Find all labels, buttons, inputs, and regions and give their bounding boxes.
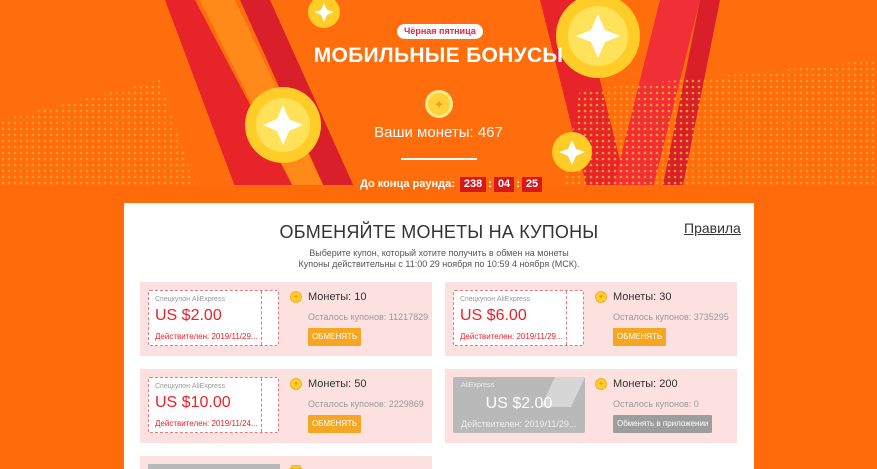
coupon-ticket-disabled bbox=[148, 464, 280, 469]
coupon-amount: US $10.00 bbox=[155, 394, 231, 411]
exchange-in-app-button[interactable]: Обменять в приложении bbox=[613, 415, 713, 433]
coupon-validity: Действителен: 2019/11/29... bbox=[461, 419, 577, 429]
coupon-validity: Действителен: 2019/11/24... bbox=[155, 419, 258, 428]
black-friday-badge: Чёрная пятница bbox=[397, 24, 483, 39]
coupon-amount: US $6.00 bbox=[460, 307, 527, 324]
coupon-type: Спецкупон AliExpress bbox=[460, 296, 530, 303]
coupon-cost: Монеты: 30 bbox=[613, 291, 672, 303]
star-coin-icon: ✦ bbox=[595, 291, 607, 303]
coupons-remaining: Осталось купонов: 11217829 bbox=[308, 312, 429, 322]
timer-separator: : bbox=[488, 178, 492, 190]
rules-link[interactable]: Правила bbox=[684, 220, 741, 236]
timer-seconds: 25 bbox=[521, 176, 543, 192]
page-title: МОБИЛЬНЫЕ БОНУСЫ bbox=[313, 44, 564, 67]
star-coin-icon: ✦ bbox=[290, 378, 302, 390]
hero-banner: Чёрная пятница МОБИЛЬНЫЕ БОНУСЫ ✦ Ваши м… bbox=[0, 0, 877, 200]
coupon-card: Спецкупон AliExpress US $10.00 Действите… bbox=[140, 369, 432, 443]
star-coin-icon bbox=[290, 465, 302, 469]
coupons-remaining: Осталось купонов: 3735295 bbox=[613, 312, 729, 322]
exchange-panel: ОБМЕНЯЙТЕ МОНЕТЫ НА КУПОНЫ Правила Выбер… bbox=[124, 203, 754, 469]
coupons-remaining: Осталось купонов: 2229869 bbox=[308, 399, 424, 409]
coupon-cost: Монеты: 10 bbox=[308, 291, 367, 303]
star-coin-icon: ✦ bbox=[425, 90, 453, 118]
exchange-button[interactable]: ОБМЕНЯТЬ bbox=[613, 328, 667, 346]
coupon-ticket: Спецкупон AliExpress US $10.00 Действите… bbox=[148, 377, 279, 433]
exchange-button[interactable]: ОБМЕНЯТЬ bbox=[308, 415, 362, 433]
timer-hours: 238 bbox=[459, 176, 487, 192]
coupon-type: Спецкупон AliExpress bbox=[155, 383, 225, 390]
coupon-ticket: Спецкупон AliExpress US $6.00 Действител… bbox=[453, 290, 584, 346]
coupon-cost: Монеты: 50 bbox=[308, 378, 367, 390]
star-coin-icon: ✦ bbox=[595, 378, 607, 390]
coupon-cost: Монеты: 200 bbox=[613, 378, 678, 390]
star-coin-icon: ✦ bbox=[290, 291, 302, 303]
panel-subtitle: Выберите купон, который хотите получить … bbox=[309, 248, 569, 258]
timer-minutes: 04 bbox=[493, 176, 515, 192]
exchange-button[interactable]: ОБМЕНЯТЬ bbox=[308, 328, 362, 346]
coupon-ticket: Спецкупон AliExpress US $2.00 Действител… bbox=[148, 290, 279, 346]
coupon-ticket-disabled: AliExpress US $2.00 Действителен: 2019/1… bbox=[453, 377, 585, 433]
coupon-type: AliExpress bbox=[461, 382, 495, 389]
timer-separator: : bbox=[516, 178, 520, 190]
coupon-card: Спецкупон AliExpress US $2.00 Действител… bbox=[140, 282, 432, 356]
timer-label: До конца раунда: bbox=[360, 178, 455, 190]
coupon-type: Спецкупон AliExpress bbox=[155, 296, 225, 303]
round-timer: До конца раунда: 238 : 04 : 25 bbox=[360, 176, 543, 192]
coupon-validity: Действителен: 2019/11/29... bbox=[460, 332, 563, 341]
hero-divider bbox=[401, 158, 477, 160]
coupon-card: AliExpress US $2.00 Действителен: 2019/1… bbox=[445, 369, 737, 443]
coupon-amount: US $2.00 bbox=[485, 395, 553, 412]
panel-title: ОБМЕНЯЙТЕ МОНЕТЫ НА КУПОНЫ bbox=[279, 222, 599, 242]
coupon-card: Спецкупон AliExpress US $6.00 Действител… bbox=[445, 282, 737, 356]
coupon-amount: US $2.00 bbox=[155, 307, 222, 324]
coupons-remaining: Осталось купонов: 0 bbox=[613, 399, 699, 409]
panel-validity-note: Купоны действительны с 11:00 29 ноября п… bbox=[298, 259, 580, 269]
coupon-validity: Действителен: 2019/11/29... bbox=[155, 332, 258, 341]
coupon-card bbox=[140, 456, 432, 469]
coin-balance: Ваши монеты: 467 bbox=[374, 124, 503, 141]
